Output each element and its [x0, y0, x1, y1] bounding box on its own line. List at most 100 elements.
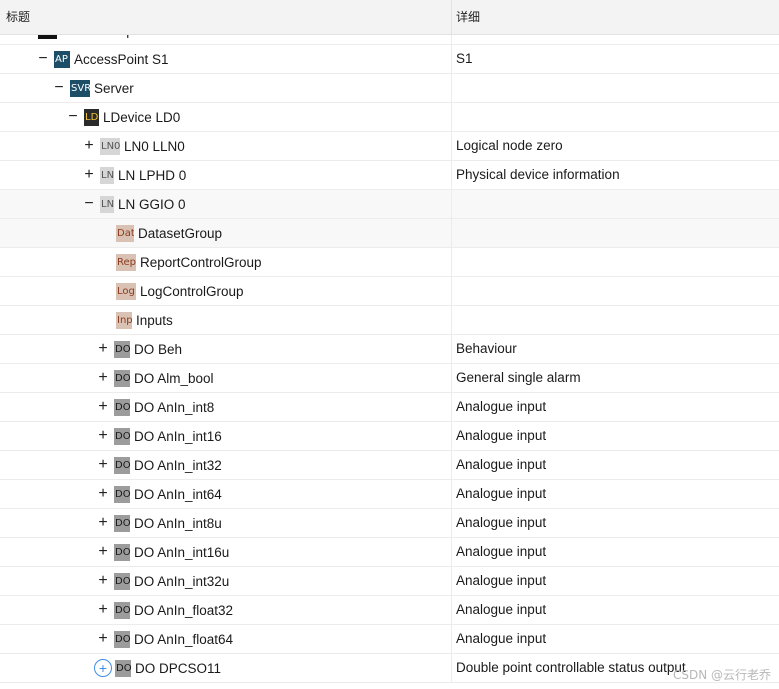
data-object-icon: DO: [114, 572, 130, 590]
inputs-icon: Inp: [116, 311, 132, 329]
tree-row-ggio[interactable]: − LN LN GGIO 0: [0, 190, 779, 219]
node-label: LN0 LLN0: [124, 138, 185, 154]
data-object-icon: DO: [114, 514, 130, 532]
tree-cell-title: + DO DO DPCSO11: [94, 654, 221, 682]
node-label: LN GGIO 0: [118, 196, 186, 212]
expand-icon[interactable]: +: [96, 631, 110, 647]
node-detail: Analogue input: [456, 486, 547, 501]
tree-row-do[interactable]: + DO DO AnIn_float64 Analogue input: [0, 625, 779, 654]
column-header: 标题 详细: [0, 0, 779, 35]
tree-row-do[interactable]: + DO DO Alm_bool General single alarm: [0, 364, 779, 393]
data-object-icon: DO: [114, 340, 130, 358]
tree-row-accesspoint[interactable]: − AP AccessPoint S1 S1: [0, 45, 779, 74]
tree-row-lphd[interactable]: + LN LN LPHD 0 Physical device informati…: [0, 161, 779, 190]
data-object-icon: DO: [114, 427, 130, 445]
node-detail: Analogue input: [456, 399, 547, 414]
node-detail: Analogue input: [456, 631, 547, 646]
tree-row-do[interactable]: + DO DO AnIn_int8u Analogue input: [0, 509, 779, 538]
tree-row-do[interactable]: + DO DO AnIn_int64 Analogue input: [0, 480, 779, 509]
collapse-icon[interactable]: −: [82, 196, 96, 212]
tree-cell-title: + DO DO AnIn_int16: [96, 422, 222, 450]
expand-icon[interactable]: +: [96, 428, 110, 444]
expand-icon[interactable]: +: [96, 457, 110, 473]
accesspoint-icon: AP: [54, 50, 70, 68]
node-label: LN LPHD 0: [118, 167, 187, 183]
column-resize-handle[interactable]: [451, 0, 452, 34]
node-detail: General single alarm: [456, 370, 581, 385]
expand-icon[interactable]: +: [94, 659, 112, 677]
watermark: CSDN @云行老乔: [672, 668, 771, 682]
tree-rows: − IED IED DataOpenED TEMPLATE − AP Acces…: [0, 16, 779, 683]
node-label: DO AnIn_float32: [134, 602, 234, 618]
tree-cell-title: + DO DO AnIn_int8u: [96, 509, 222, 537]
tree-cell-title: Dat DatasetGroup: [116, 219, 222, 247]
tree-row-do[interactable]: + DO DO AnIn_int32 Analogue input: [0, 451, 779, 480]
logical-node-icon: LN: [100, 195, 114, 213]
tree-row-do[interactable]: + DO DO Beh Behaviour: [0, 335, 779, 364]
expand-icon[interactable]: +: [82, 138, 96, 154]
expand-icon[interactable]: +: [96, 399, 110, 415]
column-header-detail[interactable]: 详细: [456, 0, 480, 34]
collapse-icon[interactable]: −: [52, 80, 66, 96]
expand-icon[interactable]: +: [96, 515, 110, 531]
tree-row-inputs[interactable]: Inp Inputs: [0, 306, 779, 335]
node-detail: Analogue input: [456, 428, 547, 443]
tree-row-do[interactable]: + DO DO AnIn_int8 Analogue input: [0, 393, 779, 422]
tree-row-server[interactable]: − SVR Server: [0, 74, 779, 103]
expand-icon[interactable]: +: [82, 167, 96, 183]
expand-icon[interactable]: +: [96, 486, 110, 502]
tree-row-datasetgroup[interactable]: Dat DatasetGroup: [0, 219, 779, 248]
column-header-title[interactable]: 标题: [6, 0, 30, 34]
expand-icon[interactable]: +: [96, 544, 110, 560]
collapse-icon[interactable]: −: [36, 51, 50, 67]
data-object-icon: DO: [114, 369, 130, 387]
node-detail: Analogue input: [456, 602, 547, 617]
node-detail: Logical node zero: [456, 138, 563, 153]
expand-icon[interactable]: +: [96, 370, 110, 386]
tree-cell-title: Inp Inputs: [116, 306, 173, 334]
tree-row-do[interactable]: + DO DO AnIn_int16 Analogue input: [0, 422, 779, 451]
tree-row-do[interactable]: + DO DO DPCSO11 Double point controllabl…: [0, 654, 779, 683]
logical-node-icon: LN0: [100, 137, 120, 155]
ldevice-icon: LD: [84, 108, 99, 126]
node-detail: Analogue input: [456, 573, 547, 588]
tree-row-do[interactable]: + DO DO AnIn_int32u Analogue input: [0, 567, 779, 596]
data-object-icon: DO: [114, 398, 130, 416]
node-label: DatasetGroup: [138, 225, 223, 241]
tree-row-do[interactable]: + DO DO AnIn_float32 Analogue input: [0, 596, 779, 625]
node-detail: Analogue input: [456, 544, 547, 559]
node-label: DO Beh: [134, 341, 183, 357]
node-detail: Physical device information: [456, 167, 620, 182]
expand-icon[interactable]: +: [96, 573, 110, 589]
node-label: LogControlGroup: [140, 283, 244, 299]
data-object-icon: DO: [114, 630, 130, 648]
collapse-icon[interactable]: −: [66, 109, 80, 125]
tree-cell-title: + LN LN LPHD 0: [82, 161, 186, 189]
expand-icon[interactable]: +: [96, 602, 110, 618]
data-object-icon: DO: [115, 659, 131, 677]
report-icon: Rep: [116, 253, 136, 271]
tree-cell-title: + DO DO AnIn_int32u: [96, 567, 229, 595]
tree-cell-title: + DO DO AnIn_int16u: [96, 538, 229, 566]
node-label: Server: [94, 80, 134, 96]
expand-icon[interactable]: +: [96, 341, 110, 357]
data-object-icon: DO: [114, 543, 130, 561]
tree-row-lln0[interactable]: + LN0 LN0 LLN0 Logical node zero: [0, 132, 779, 161]
tree-row-logcontrolgroup[interactable]: Log LogControlGroup: [0, 277, 779, 306]
node-label: DO AnIn_int64: [134, 486, 222, 502]
node-detail: Behaviour: [456, 341, 517, 356]
node-label: ReportControlGroup: [140, 254, 262, 270]
tree-cell-title: Rep ReportControlGroup: [116, 248, 262, 276]
node-detail: S1: [456, 51, 473, 66]
tree-cell-title: + DO DO AnIn_int32: [96, 451, 222, 479]
node-label: DO Alm_bool: [134, 370, 214, 386]
node-label: DO AnIn_int32u: [134, 573, 230, 589]
node-label: DO AnIn_int16: [134, 428, 222, 444]
tree-row-do[interactable]: + DO DO AnIn_int16u Analogue input: [0, 538, 779, 567]
server-icon: SVR: [70, 79, 90, 97]
node-label: DO AnIn_int8: [134, 399, 215, 415]
data-object-icon: DO: [114, 456, 130, 474]
tree-cell-title: + LN0 LN0 LLN0: [82, 132, 185, 160]
tree-row-reportcontrolgroup[interactable]: Rep ReportControlGroup: [0, 248, 779, 277]
tree-row-ldevice[interactable]: − LD LDevice LD0: [0, 103, 779, 132]
